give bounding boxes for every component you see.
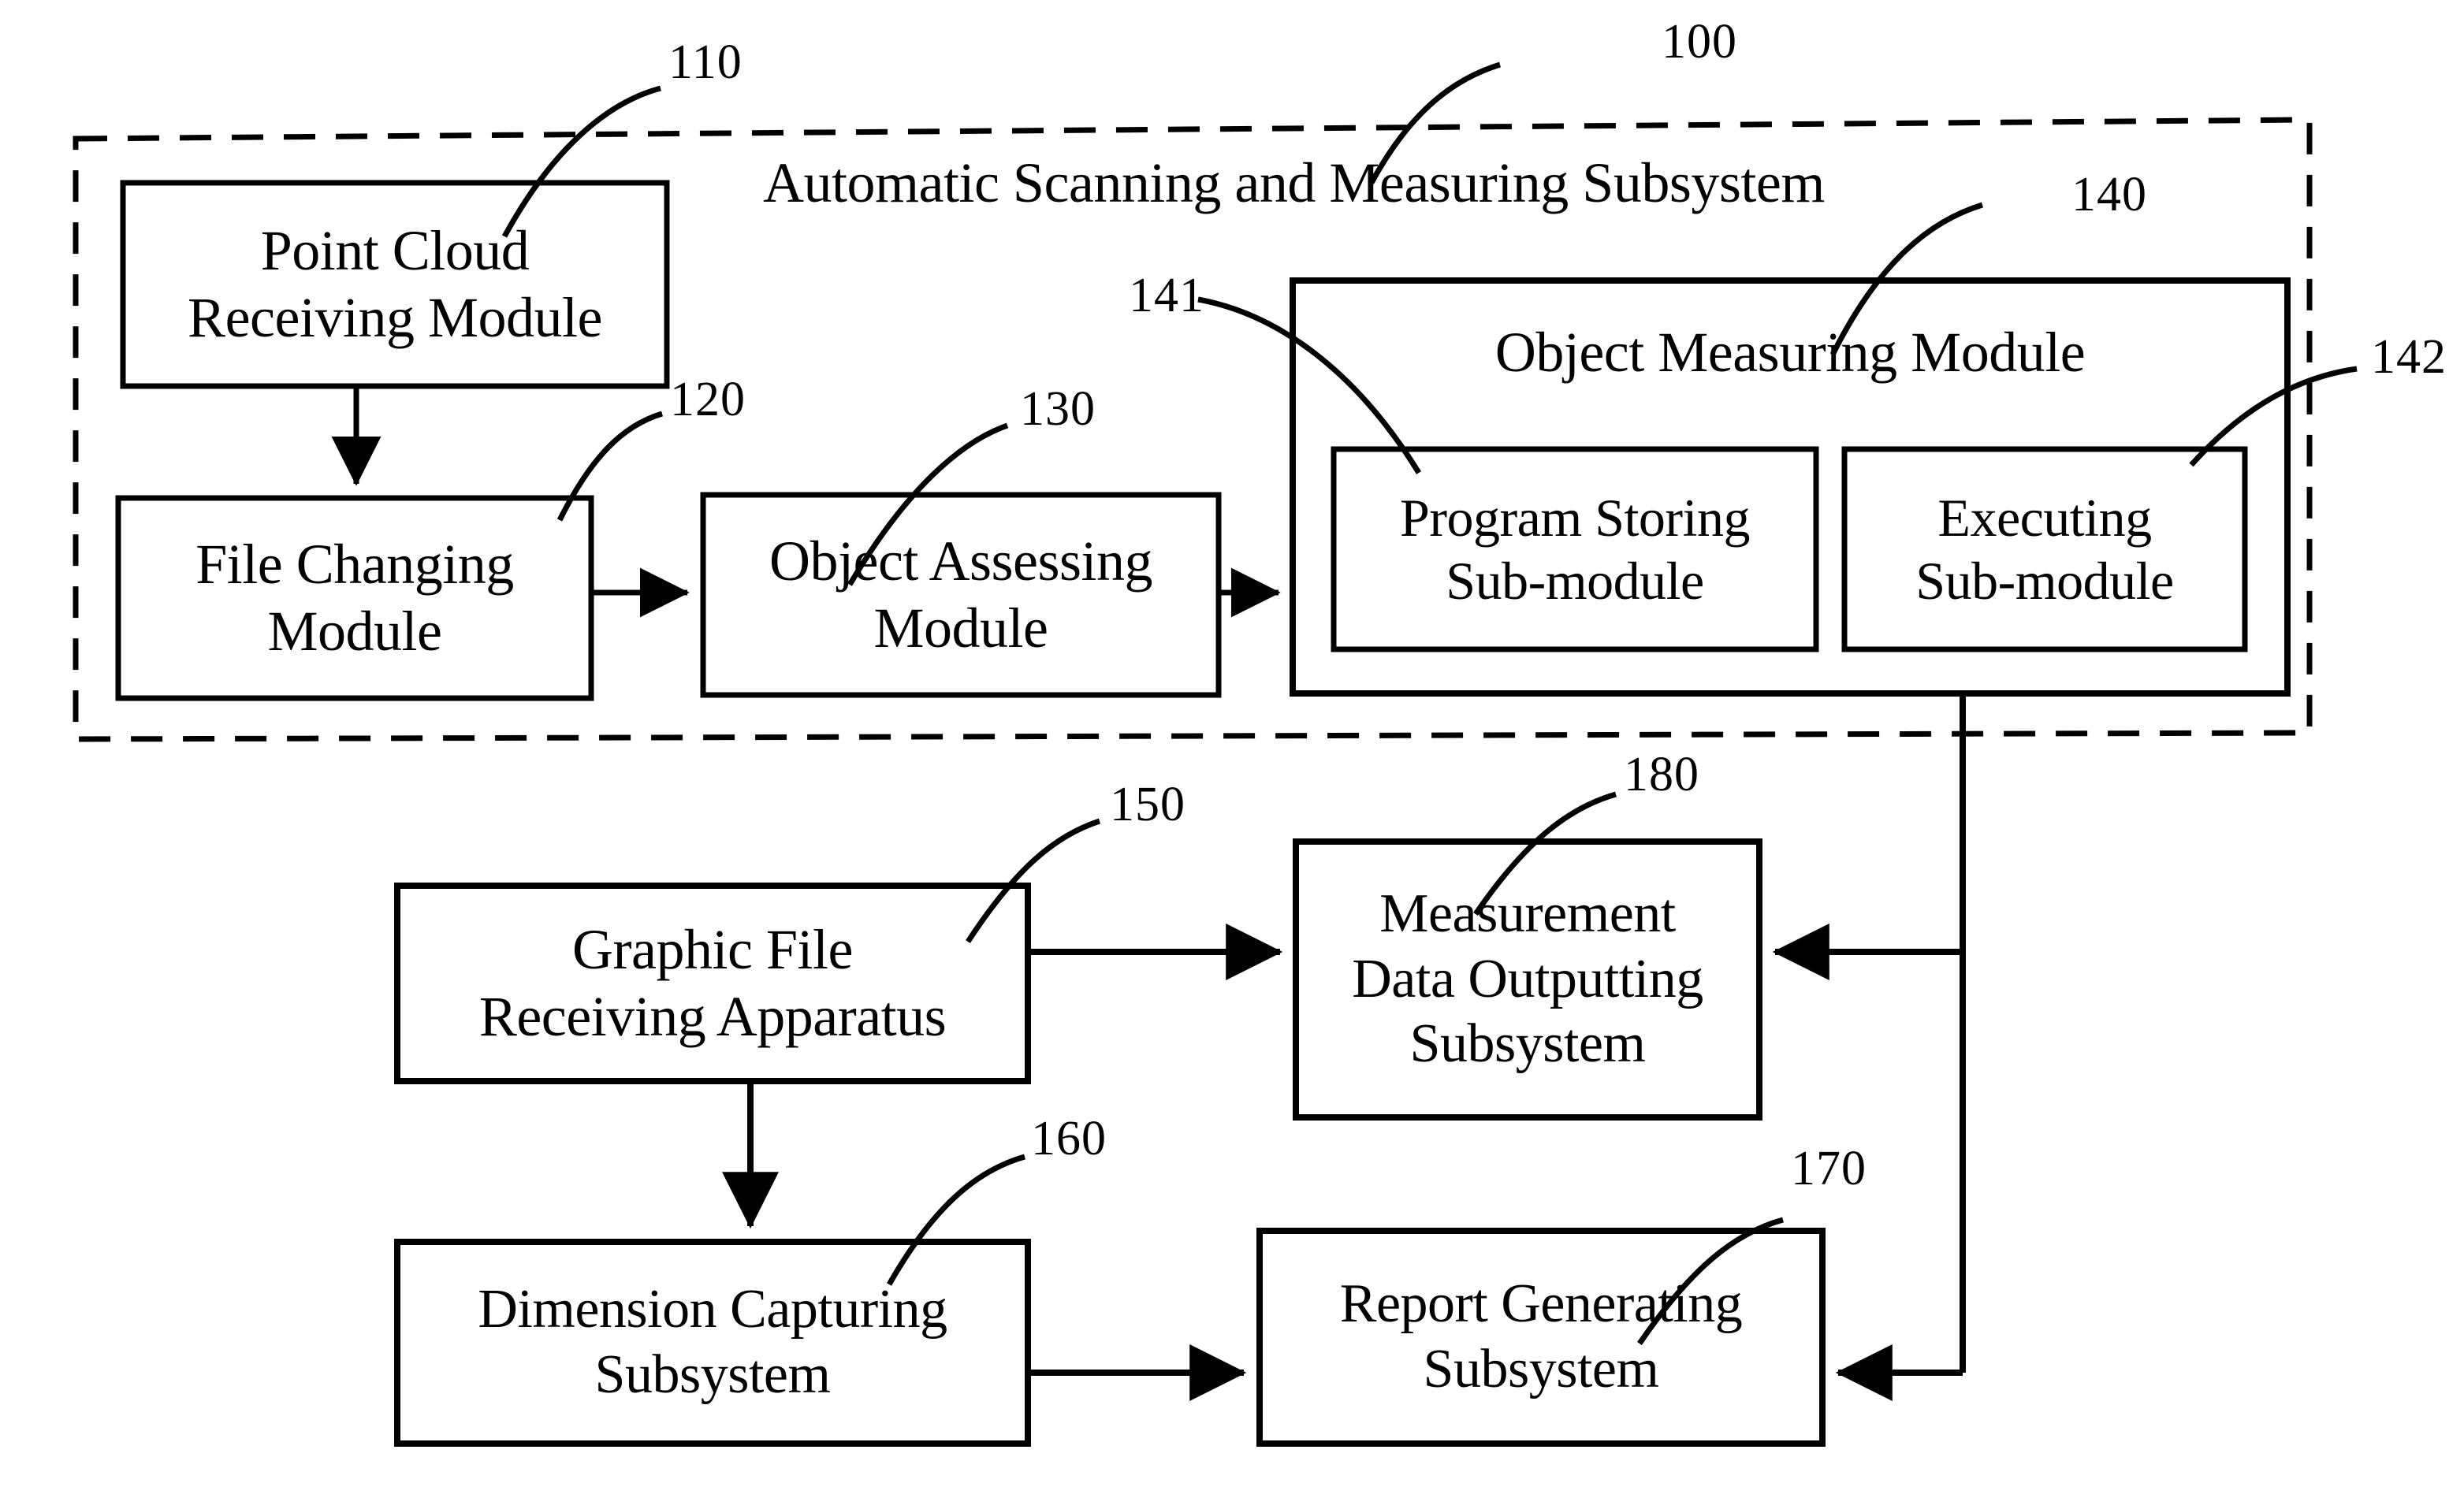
ref-number-100: 100: [1662, 15, 1737, 69]
ref-number-180: 180: [1624, 748, 1699, 801]
label-object-assessing-module: Object Assessing Module: [769, 530, 1152, 660]
label-executing-sub-module: Executing Sub-module: [1915, 487, 2174, 611]
ref-number-170: 170: [1791, 1142, 1867, 1195]
ref-number-160: 160: [1031, 1112, 1107, 1165]
label-point-cloud-receiving-module: Point Cloud Receiving Module: [188, 219, 602, 349]
label-object-measuring-module: Object Measuring Module: [1494, 320, 2086, 384]
ref-number-120: 120: [670, 373, 746, 426]
label-report-generating-subsystem: Report Generating Subsystem: [1339, 1273, 1743, 1399]
ref-number-130: 130: [1020, 382, 1096, 436]
ref-number-150: 150: [1110, 778, 1185, 831]
label-graphic-file-receiving-apparatus: Graphic File Receiving Apparatus: [478, 918, 947, 1048]
label-dimension-capturing-subsystem: Dimension Capturing Subsystem: [478, 1279, 947, 1405]
ref-number-140: 140: [2071, 168, 2147, 221]
label-file-changing-module: File Changing Module: [195, 533, 514, 663]
subsystem-title: Automatic Scanning and Measuring Subsyst…: [763, 151, 1825, 214]
ref-number-110: 110: [668, 35, 743, 89]
figure-canvas: Automatic Scanning and Measuring Subsyst…: [0, 0, 2464, 1509]
ref-number-141: 141: [1129, 269, 1204, 322]
ref-number-142: 142: [2371, 330, 2447, 384]
label-program-storing-sub-module: Program Storing Sub-module: [1400, 487, 1750, 611]
label-measurement-data-outputting-subsystem: Measurement Data Outputting Subsystem: [1352, 883, 1703, 1075]
